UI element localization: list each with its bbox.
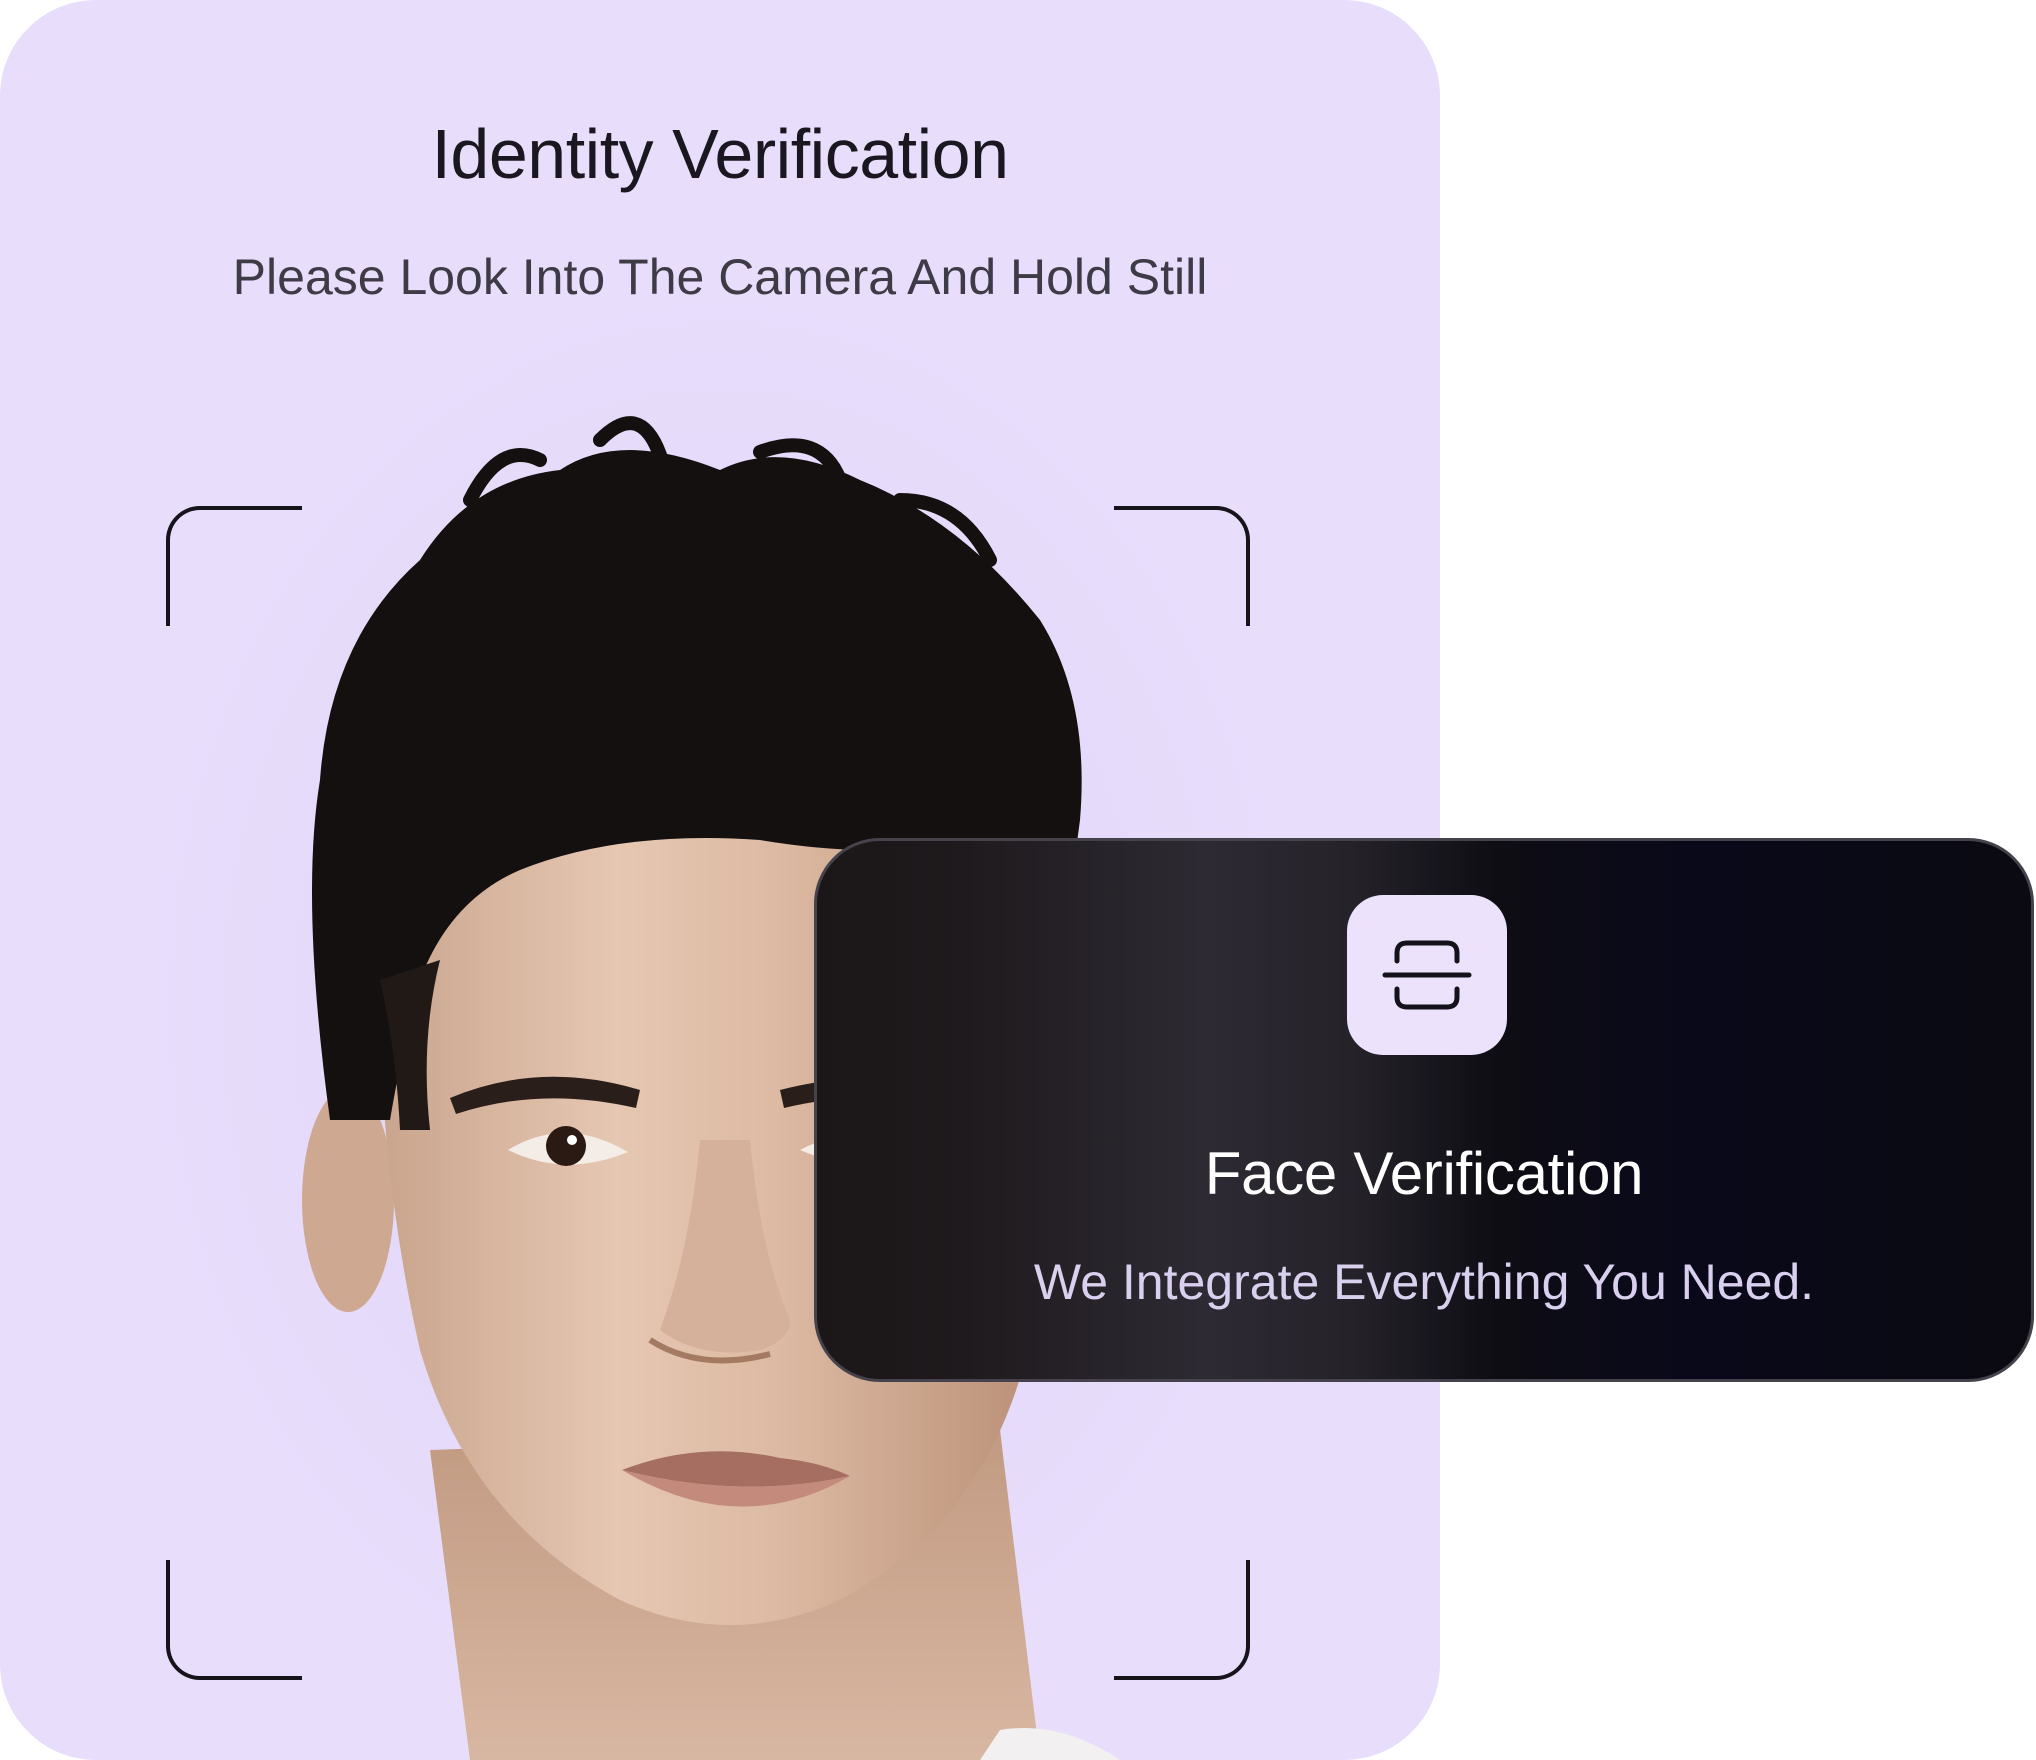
scan-frame-corner-bottom-right xyxy=(1114,1560,1250,1680)
face-verification-title: Face Verification xyxy=(1204,1140,1644,1207)
page-subtitle: Please Look Into The Camera And Hold Sti… xyxy=(232,249,1208,305)
verification-showcase: Identity Verification Please Look Into T… xyxy=(0,0,2036,1760)
face-verification-card: Face Verification We Integrate Everythin… xyxy=(814,838,2034,1382)
scan-frame-corner-top-left xyxy=(166,506,302,626)
scan-face-icon xyxy=(1382,940,1472,1010)
scan-frame-corner-top-right xyxy=(1114,506,1250,626)
scan-face-icon-tile xyxy=(1347,895,1507,1055)
face-verification-subtitle: We Integrate Everything You Need. xyxy=(1033,1254,1815,1310)
page-title: Identity Verification xyxy=(431,115,1009,193)
scan-frame-corner-bottom-left xyxy=(166,1560,302,1680)
